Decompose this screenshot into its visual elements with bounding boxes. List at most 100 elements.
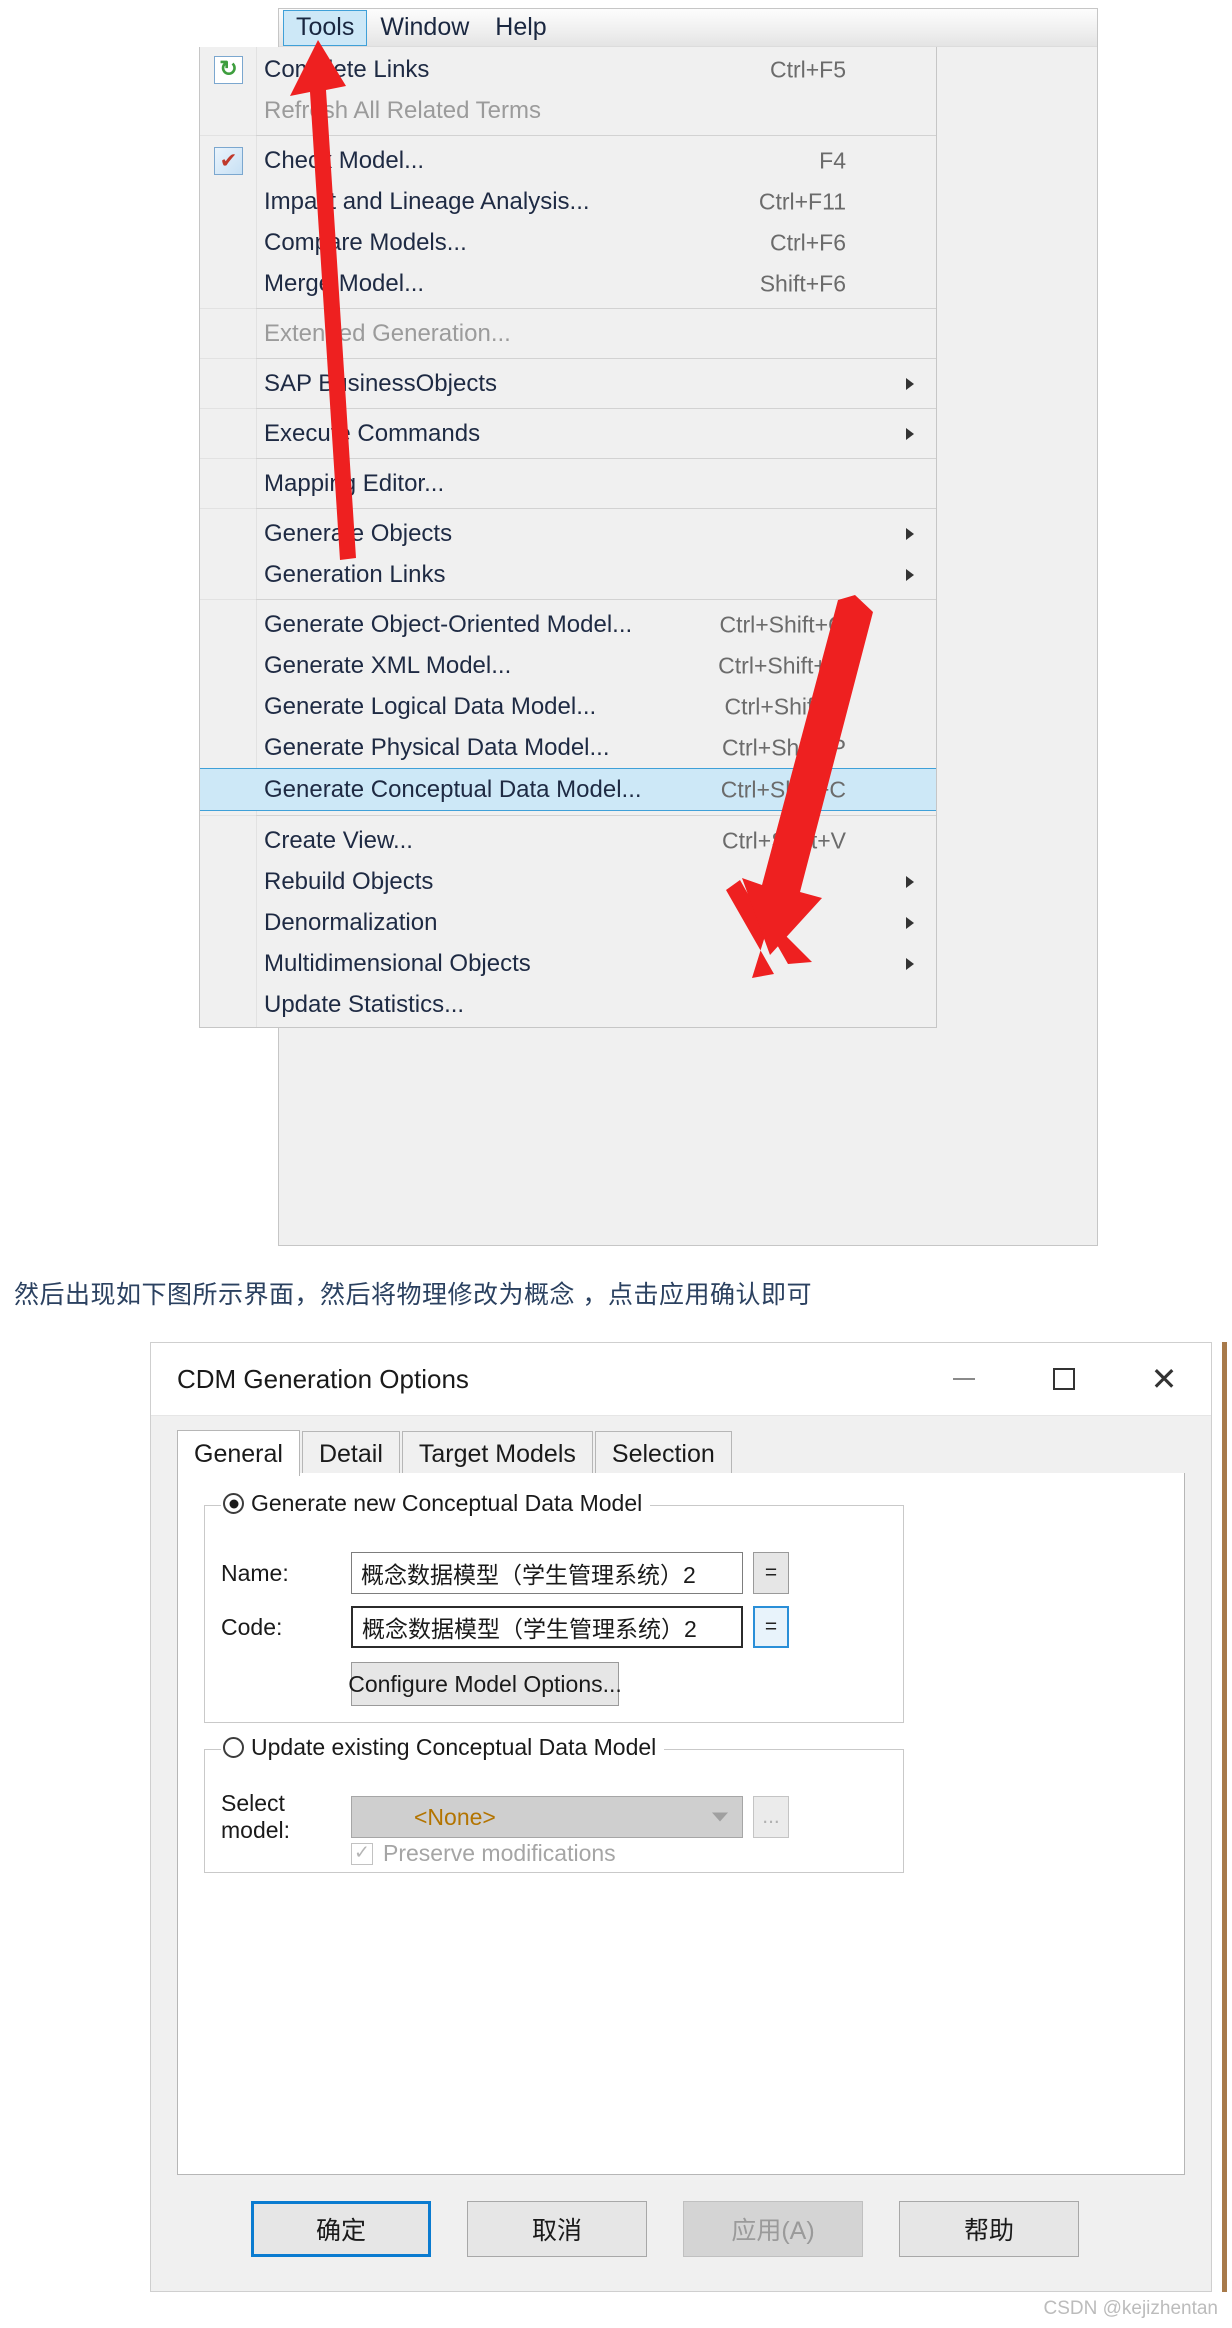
menu-item-update-statistics[interactable]: Update Statistics... — [200, 984, 936, 1025]
preserve-modifications-checkbox[interactable] — [351, 1842, 373, 1865]
apply-button: 应用(A) — [683, 2201, 863, 2257]
check-model-icon — [214, 146, 243, 175]
menu-item-shortcut: Ctrl+F5 — [769, 56, 846, 82]
menu-item-generate-physical-data-model[interactable]: Generate Physical Data Model... Ctrl+Shi… — [200, 727, 936, 768]
tab-page-general: Generate new Conceptual Data Model Name:… — [177, 1473, 1185, 2175]
preserve-modifications-row[interactable]: Preserve modifications — [351, 1840, 616, 1867]
menu-item-shortcut: Ctrl+F6 — [769, 229, 846, 255]
menu-item-label: Create View... — [264, 826, 413, 854]
menubar-item-window[interactable]: Window — [367, 10, 482, 46]
dialog-titlebar: CDM Generation Options ✕ — [151, 1343, 1211, 1416]
menu-item-generate-logical-data-model[interactable]: Generate Logical Data Model... Ctrl+Shif… — [200, 686, 936, 727]
tools-dropdown-menu: Complete Links Ctrl+F5 Refresh All Relat… — [199, 47, 937, 1028]
radio-update-existing[interactable] — [223, 1737, 244, 1758]
menu-item-shortcut: Ctrl+Shift+V — [722, 827, 846, 853]
help-button[interactable]: 帮助 — [899, 2201, 1079, 2257]
menu-separator — [200, 408, 936, 409]
tab-detail[interactable]: Detail — [301, 1431, 400, 1475]
configure-model-options-button[interactable]: Configure Model Options... — [348, 1662, 622, 1706]
menu-item-impact-and-lineage-analysis[interactable]: Impact and Lineage Analysis... Ctrl+F11 — [200, 181, 936, 222]
menu-item-sap-businessobjects[interactable]: SAP BusinessObjects — [200, 363, 936, 404]
menu-item-execute-commands[interactable]: Execute Commands — [200, 413, 936, 454]
submenu-arrow-icon — [906, 875, 914, 888]
update-existing-model-legend[interactable]: Update existing Conceptual Data Model — [221, 1734, 665, 1761]
menu-item-complete-links[interactable]: Complete Links Ctrl+F5 — [200, 49, 936, 90]
menu-item-multidimensional-objects[interactable]: Multidimensional Objects — [200, 943, 936, 984]
menu-item-label: Generate Conceptual Data Model... — [264, 775, 642, 803]
dialog-footer: 确定 取消 应用(A) 帮助 — [151, 2179, 1211, 2291]
menu-item-refresh-all-related-terms: Refresh All Related Terms — [200, 90, 936, 131]
menu-item-denormalization[interactable]: Denormalization — [200, 902, 936, 943]
menu-item-check-model[interactable]: Check Model... F4 — [200, 140, 936, 181]
menu-item-shortcut: Ctrl+Shift+O — [719, 611, 846, 637]
minimize-button[interactable] — [929, 1343, 999, 1415]
code-input[interactable]: 概念数据模型（学生管理系统）2 — [351, 1606, 743, 1648]
menu-separator — [200, 458, 936, 459]
generate-new-model-legend[interactable]: Generate new Conceptual Data Model — [221, 1490, 651, 1517]
menu-item-shortcut: Ctrl+Shift+P — [722, 734, 846, 760]
menu-item-generate-xml-model[interactable]: Generate XML Model... Ctrl+Shift+M — [200, 645, 936, 686]
menu-item-merge-model[interactable]: Merge Model... Shift+F6 — [200, 263, 936, 304]
menu-item-create-view[interactable]: Create View... Ctrl+Shift+V — [200, 820, 936, 861]
menu-separator — [200, 358, 936, 359]
tab-selection[interactable]: Selection — [594, 1431, 732, 1475]
browse-model-button[interactable]: ... — [753, 1796, 789, 1838]
radio-generate-new[interactable] — [223, 1493, 244, 1514]
update-existing-model-label: Update existing Conceptual Data Model — [251, 1734, 657, 1760]
submenu-arrow-icon — [906, 568, 914, 581]
menu-item-generate-objects[interactable]: Generate Objects — [200, 513, 936, 554]
menu-item-label: Multidimensional Objects — [264, 949, 531, 977]
menu-item-compare-models[interactable]: Compare Models... Ctrl+F6 — [200, 222, 936, 263]
menu-item-shortcut: Ctrl+Shift+M — [718, 652, 846, 678]
tab-general[interactable]: General — [177, 1430, 300, 1476]
menu-item-label: Merge Model... — [264, 269, 425, 297]
code-equals-button[interactable]: = — [753, 1606, 789, 1648]
menu-item-label: Generate Logical Data Model... — [264, 692, 597, 720]
menu-item-label: Mapping Editor... — [264, 469, 445, 497]
close-button[interactable]: ✕ — [1129, 1343, 1199, 1415]
submenu-arrow-icon — [906, 527, 914, 540]
menu-separator — [200, 508, 936, 509]
menu-item-label: Denormalization — [264, 908, 438, 936]
menu-item-mapping-editor[interactable]: Mapping Editor... — [200, 463, 936, 504]
menu-separator — [200, 308, 936, 309]
name-label: Name: — [221, 1559, 289, 1586]
menu-bar: Tools Window Help — [279, 9, 1097, 47]
dialog-title: CDM Generation Options — [177, 1363, 469, 1394]
name-equals-button[interactable]: = — [753, 1552, 789, 1594]
code-label: Code: — [221, 1613, 283, 1640]
menu-item-extended-generation: Extended Generation... — [200, 313, 936, 354]
select-model-dropdown[interactable]: <None> — [351, 1796, 743, 1838]
menu-item-generation-links[interactable]: Generation Links — [200, 554, 936, 595]
menubar-item-help[interactable]: Help — [482, 10, 559, 46]
maximize-button[interactable] — [1029, 1343, 1099, 1415]
update-existing-model-group: Update existing Conceptual Data Model Se… — [204, 1734, 904, 1873]
menu-item-label: Refresh All Related Terms — [264, 96, 542, 124]
menu-item-rebuild-objects[interactable]: Rebuild Objects — [200, 861, 936, 902]
code-field-row: Code: 概念数据模型（学生管理系统）2 = — [221, 1606, 789, 1648]
menu-separator — [200, 815, 936, 816]
menu-item-label: Generate Physical Data Model... — [264, 733, 610, 761]
menu-item-label: Compare Models... — [264, 228, 467, 256]
menu-item-label: Update Statistics... — [264, 990, 465, 1018]
cancel-button[interactable]: 取消 — [467, 2201, 647, 2257]
menu-item-label: SAP BusinessObjects — [264, 369, 498, 397]
tab-target-models[interactable]: Target Models — [401, 1431, 593, 1475]
submenu-arrow-icon — [906, 377, 914, 390]
select-model-row: Select model: <None> ... — [221, 1790, 789, 1844]
ok-button[interactable]: 确定 — [251, 2201, 431, 2257]
menu-item-generate-object-oriented-model[interactable]: Generate Object-Oriented Model... Ctrl+S… — [200, 604, 936, 645]
complete-links-icon — [214, 55, 243, 84]
menu-item-label: Check Model... — [264, 146, 425, 174]
menu-item-label: Impact and Lineage Analysis... — [264, 187, 590, 215]
chevron-down-icon — [712, 1812, 728, 1822]
dialog-body: General Detail Target Models Selection G… — [151, 1415, 1211, 2291]
submenu-arrow-icon — [906, 916, 914, 929]
submenu-arrow-icon — [906, 427, 914, 440]
name-input[interactable]: 概念数据模型（学生管理系统）2 — [351, 1552, 743, 1594]
menu-item-generate-conceptual-data-model[interactable]: Generate Conceptual Data Model... Ctrl+S… — [200, 768, 936, 811]
menubar-item-tools[interactable]: Tools — [283, 9, 368, 46]
menu-item-label: Execute Commands — [264, 419, 481, 447]
menu-item-label: Rebuild Objects — [264, 867, 434, 895]
generate-new-model-label: Generate new Conceptual Data Model — [251, 1490, 643, 1516]
